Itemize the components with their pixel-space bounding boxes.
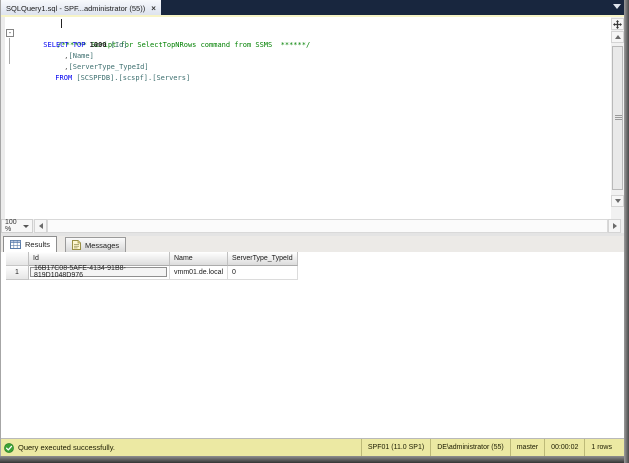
zoom-level-value: 100 % <box>5 219 17 233</box>
cell-servertype[interactable]: 0 <box>228 266 298 280</box>
text-caret <box>61 19 62 28</box>
zoom-level-dropdown[interactable]: 100 % <box>1 219 33 233</box>
success-check-icon <box>4 442 14 453</box>
sql-keyword: FROM <box>55 74 77 82</box>
row-header-1[interactable]: 1 <box>6 266 29 280</box>
tab-sqlquery1[interactable]: SQLQuery1.sql - SPF...administrator (55)… <box>1 0 161 15</box>
chevron-down-icon <box>23 224 29 228</box>
results-grid-icon <box>10 240 21 249</box>
window-border-right <box>624 0 629 463</box>
column-header-id[interactable]: Id <box>29 252 170 266</box>
results-tab-strip: Results Messages <box>1 236 624 252</box>
thumb-grip <box>615 115 622 121</box>
status-duration: 00:00:02 <box>544 439 584 456</box>
tab-messages[interactable]: Messages <box>65 237 127 252</box>
scroll-down-icon[interactable] <box>611 195 624 207</box>
status-server: SPF01 (11.0 SP1) <box>360 439 430 456</box>
tab-messages-label: Messages <box>85 240 120 250</box>
results-pane: Results Messages Id Name ServerType_Type… <box>1 236 624 438</box>
sql-identifier: [SCSPFDB].[scspf].[Servers] <box>76 74 191 82</box>
cell-id[interactable]: 16B17C08-5AFE-4134-91B8-819D1048D976 <box>29 265 170 280</box>
status-database: master <box>509 439 544 456</box>
chevron-down-icon[interactable] <box>613 4 621 9</box>
ssms-query-window: SQLQuery1.sql - SPF...administrator (55)… <box>0 0 629 463</box>
horizontal-scrollbar-track[interactable] <box>47 219 608 233</box>
status-right-segments: SPF01 (11.0 SP1) DE\administrator (55) m… <box>360 439 624 456</box>
tab-results[interactable]: Results <box>3 236 58 252</box>
status-user: DE\administrator (55) <box>430 439 510 456</box>
pan-scroll-icon[interactable] <box>611 18 624 30</box>
editor-bottom-bar: 100 % <box>1 219 624 233</box>
status-message: Query executed successfully. <box>18 443 115 452</box>
scroll-up-icon[interactable] <box>611 31 624 43</box>
window-border-left <box>0 0 1 456</box>
document-tab-strip: SQLQuery1.sql - SPF...administrator (55)… <box>0 0 624 15</box>
status-rowcount: 1 rows <box>584 439 618 456</box>
status-message-group: Query executed successfully. <box>0 442 115 453</box>
status-bar: Query executed successfully. SPF01 (11.0… <box>0 439 624 456</box>
column-header-servertype[interactable]: ServerType_TypeId <box>228 252 298 266</box>
editor-vertical-scrollbar[interactable] <box>611 17 624 219</box>
sql-editor[interactable]: - /****** Script for SelectTopNRows comm… <box>1 17 611 219</box>
scroll-right-icon[interactable] <box>608 219 621 233</box>
sql-identifier: [Id] <box>106 41 128 49</box>
grid-corner-header[interactable] <box>6 252 29 266</box>
outline-collapse-icon[interactable]: - <box>6 29 14 37</box>
selected-cell[interactable]: 16B17C08-5AFE-4134-91B8-819D1048D976 <box>30 265 167 279</box>
code-line-5: FROM [SCSPFDB].[scspf].[Servers] <box>30 62 190 95</box>
column-header-name[interactable]: Name <box>170 252 228 266</box>
cell-name[interactable]: vmm01.de.local <box>170 266 228 280</box>
close-icon[interactable]: × <box>151 2 156 15</box>
tab-title: SQLQuery1.sql - SPF...administrator (55)… <box>6 3 146 13</box>
window-border-bottom <box>0 456 629 463</box>
outline-guide-line <box>9 38 10 64</box>
scroll-left-icon[interactable] <box>34 219 47 233</box>
messages-note-icon <box>72 240 81 250</box>
editor-indicator-margin <box>1 17 5 219</box>
tab-results-label: Results <box>25 240 51 249</box>
scrollbar-thumb[interactable] <box>612 46 623 190</box>
